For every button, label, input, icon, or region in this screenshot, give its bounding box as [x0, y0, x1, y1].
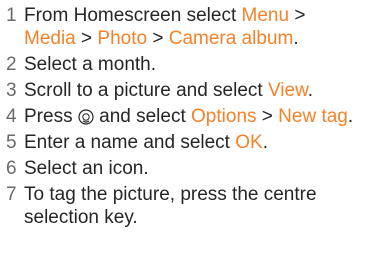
navigation-key-icon	[78, 108, 94, 125]
step-7: 7 To tag the picture, press the centre s…	[6, 183, 365, 229]
step-text: Select a month.	[24, 54, 157, 75]
menu-item-menu: Menu	[241, 5, 290, 26]
step-text: From Homescreen select Menu > Media > Ph…	[22, 4, 365, 50]
separator: >	[289, 5, 306, 26]
step-text-part: .	[307, 80, 314, 101]
separator: >	[147, 28, 169, 49]
menu-item-camera-album: Camera album	[168, 28, 294, 49]
separator: >	[75, 28, 98, 49]
step-number: 7	[6, 184, 17, 205]
step-number: 5	[6, 132, 17, 153]
instruction-list: 1 From Homescreen select Menu > Media > …	[0, 0, 365, 256]
step-text-part: .	[293, 28, 299, 49]
menu-item-photo: Photo	[97, 28, 148, 49]
step-number: 2	[6, 54, 17, 75]
step-text-part: .	[262, 132, 268, 153]
step-text-part: .	[347, 106, 354, 127]
step-2: 2 Select a month.	[6, 53, 365, 76]
step-text: To tag the picture, press the centre sel…	[24, 184, 317, 228]
step-1: 1 From Homescreen select Menu > Media > …	[6, 4, 365, 50]
menu-item-options: Options	[191, 106, 257, 127]
menu-item-new-tag: New tag	[278, 106, 348, 127]
step-text: Scroll to a picture and select View.	[22, 79, 365, 102]
step-text-part: From Homescreen select	[24, 5, 242, 26]
step-5: 5 Enter a name and select OK.	[6, 131, 365, 154]
step-6: 6 Select an icon.	[6, 157, 365, 180]
step-number: 1	[6, 5, 17, 26]
step-text-part: Enter a name and select	[24, 132, 236, 153]
step-number: 6	[6, 158, 17, 179]
step-text: Enter a name and select OK.	[22, 131, 365, 154]
step-text-part: Press	[24, 106, 78, 127]
step-text-part: and select	[93, 106, 192, 127]
step-text: Select an icon.	[24, 158, 149, 179]
step-4: 4 Press and select Options > New tag.	[6, 105, 365, 128]
menu-item-media: Media	[24, 28, 76, 49]
step-number: 3	[6, 80, 17, 101]
step-number: 4	[6, 106, 17, 127]
separator: >	[256, 106, 279, 127]
step-text: Press and select Options > New tag.	[22, 105, 365, 128]
menu-item-ok: OK	[235, 132, 263, 153]
menu-item-view: View	[267, 80, 308, 101]
step-text-part: Scroll to a picture and select	[24, 80, 268, 101]
step-3: 3 Scroll to a picture and select View.	[6, 79, 365, 102]
